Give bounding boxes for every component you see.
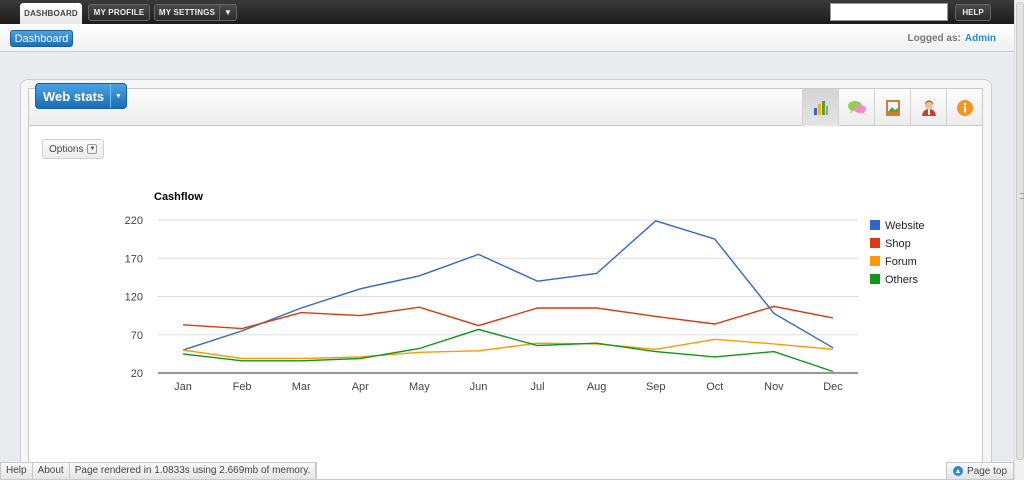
x-tick-label: Mar: [292, 381, 311, 393]
chevron-down-icon: ▼: [87, 144, 98, 154]
legend-label-others: Others: [885, 274, 919, 286]
web-stats-label: Web stats: [43, 88, 105, 104]
picture-icon[interactable]: [874, 89, 910, 126]
arrow-up-icon: ▲: [953, 466, 963, 476]
page-top-label: Page top: [967, 465, 1008, 477]
chart-icon[interactable]: [802, 89, 838, 126]
x-tick-label: Apr: [352, 381, 369, 393]
footer-help-link[interactable]: Help: [1, 463, 33, 479]
y-tick-label: 20: [131, 368, 143, 380]
cashflow-chart: Cashflow 20 70 120 170 220 Jan Feb Mar Apr May Jun J…: [125, 191, 925, 393]
tab-dashboard[interactable]: DASHBOARD: [20, 3, 82, 24]
y-tick-label: 170: [125, 253, 143, 265]
panel-icon-tabs: [802, 89, 982, 126]
options-label: Options: [49, 143, 84, 155]
y-tick-label: 220: [125, 215, 143, 227]
x-tick-label: Oct: [706, 381, 723, 393]
legend-label-shop: Shop: [885, 238, 911, 250]
x-tick-label: Nov: [764, 381, 784, 393]
x-tick-label: Feb: [233, 381, 252, 393]
breadcrumb-bar: Dashboard Logged as: Admin: [0, 24, 1014, 52]
legend-swatch-shop: [870, 238, 880, 248]
legend-swatch-others: [870, 274, 880, 284]
y-tick-label: 120: [125, 292, 143, 304]
render-info: Page rendered in 1.0833s using 2.669mb o…: [70, 463, 317, 479]
x-tick-label: Jan: [174, 381, 192, 393]
legend-label-forum: Forum: [885, 256, 917, 268]
logged-as-label: Logged as:: [907, 33, 961, 44]
x-tick-label: Jul: [531, 381, 545, 393]
tab-my-settings[interactable]: MY SETTINGS: [154, 4, 220, 21]
help-button[interactable]: HELP: [955, 4, 991, 21]
x-tick-label: Aug: [587, 381, 607, 393]
footer-about-link[interactable]: About: [33, 463, 70, 479]
dashboard-button[interactable]: Dashboard: [10, 30, 73, 47]
user-icon[interactable]: [910, 89, 946, 126]
comments-icon[interactable]: [838, 89, 874, 126]
chevron-down-icon[interactable]: ▼: [110, 84, 126, 108]
vertical-scrollbar[interactable]: [1014, 0, 1024, 480]
legend-swatch-forum: [870, 256, 880, 266]
search-input[interactable]: [830, 3, 948, 21]
series-line-website: [182, 220, 834, 351]
options-dropdown[interactable]: Options ▼: [42, 139, 104, 159]
legend-swatch-website: [870, 220, 880, 230]
x-tick-label: May: [409, 381, 430, 393]
page-top-button[interactable]: ▲ Page top: [946, 462, 1014, 480]
series-line-shop: [182, 305, 834, 330]
username-link[interactable]: Admin: [965, 33, 996, 44]
chart-title: Cashflow: [154, 191, 203, 203]
web-stats-button[interactable]: Web stats ▼: [35, 83, 127, 109]
y-tick-label: 70: [131, 330, 143, 342]
panel-header: [29, 89, 982, 126]
logged-in-info: Logged as: Admin: [908, 33, 996, 44]
footer-bar: Help About Page rendered in 1.0833s usin…: [0, 462, 318, 480]
tab-my-profile[interactable]: MY PROFILE: [88, 4, 150, 21]
top-navigation-bar: DASHBOARD MY PROFILE MY SETTINGS ▼ HELP: [0, 0, 1014, 24]
x-tick-label: Jun: [470, 381, 488, 393]
x-tick-label: Dec: [823, 381, 843, 393]
series-line-others: [182, 328, 834, 373]
legend-label-website: Website: [885, 220, 925, 232]
settings-dropdown-icon[interactable]: ▼: [220, 4, 237, 21]
x-tick-label: Sep: [646, 381, 666, 393]
scrollbar-thumb[interactable]: [1016, 2, 1024, 460]
info-icon[interactable]: [946, 89, 982, 126]
